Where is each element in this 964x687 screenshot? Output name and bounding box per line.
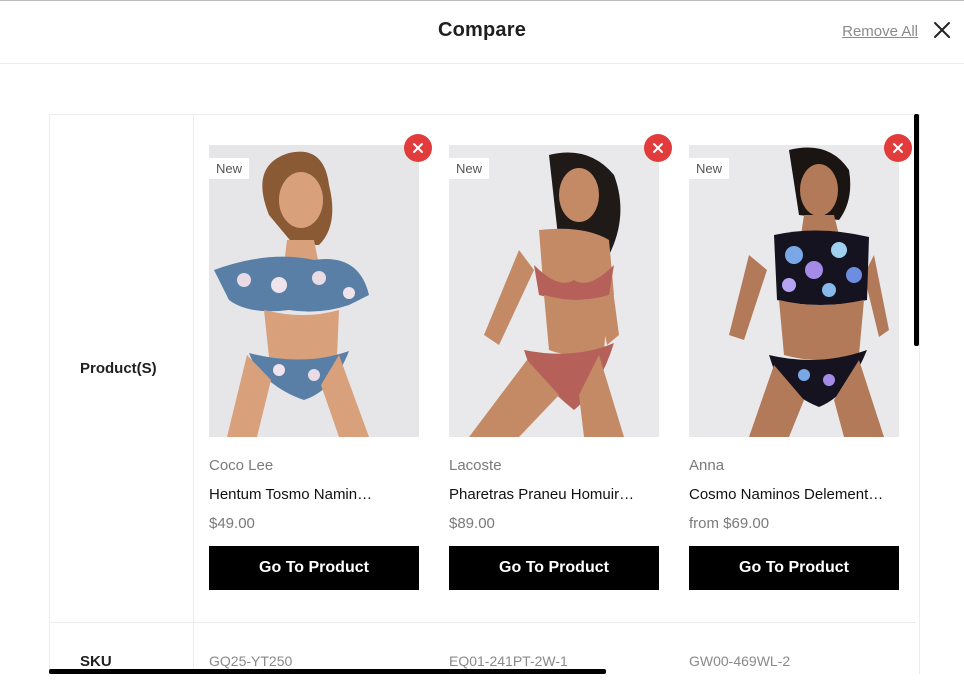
product-photo	[689, 145, 899, 437]
product-sku: EQ01-241PT-2W-1	[449, 653, 568, 669]
product-photo	[449, 145, 659, 437]
compare-header: Compare Remove All	[0, 0, 964, 64]
close-icon[interactable]	[930, 18, 954, 42]
horizontal-scrollbar[interactable]	[49, 669, 606, 674]
product-brand: Coco Lee	[209, 457, 274, 474]
product-name[interactable]: Cosmo Naminos Delement…	[689, 486, 899, 503]
compare-table: Product(S) SKU New Coco Lee Hentum Tosmo…	[49, 114, 920, 674]
close-icon	[653, 143, 663, 153]
product-photo	[209, 145, 419, 437]
close-icon	[413, 143, 423, 153]
product-name[interactable]: Pharetras Praneu Homuir…	[449, 486, 659, 503]
close-icon	[893, 143, 903, 153]
product-image[interactable]: New	[689, 145, 899, 437]
product-price: from $69.00	[689, 515, 770, 532]
product-sku: GQ25-YT250	[209, 653, 293, 669]
new-badge: New	[449, 158, 490, 179]
remove-product-button[interactable]	[884, 134, 912, 162]
sku-row-label: SKU	[80, 653, 112, 670]
row-divider	[50, 622, 916, 623]
compare-title: Compare	[437, 19, 527, 41]
remove-all-link[interactable]: Remove All	[842, 23, 918, 40]
product-card: New Lacoste Pharetras Praneu Homuir… $89…	[449, 134, 672, 590]
product-brand: Lacoste	[449, 457, 502, 474]
vertical-scrollbar[interactable]	[914, 114, 919, 346]
products-row-label: Product(S)	[80, 360, 157, 377]
product-brand: Anna	[689, 457, 725, 474]
go-to-product-button[interactable]: Go To Product	[209, 546, 419, 590]
product-image[interactable]: New	[449, 145, 659, 437]
product-image[interactable]: New	[209, 145, 419, 437]
product-price: $89.00	[449, 515, 495, 532]
remove-product-button[interactable]	[644, 134, 672, 162]
new-badge: New	[209, 158, 250, 179]
product-card: New Anna Cosmo Naminos Delement… from $6…	[689, 134, 912, 590]
go-to-product-button[interactable]: Go To Product	[449, 546, 659, 590]
label-column	[50, 115, 194, 674]
product-price: $49.00	[209, 515, 255, 532]
new-badge: New	[689, 158, 730, 179]
remove-product-button[interactable]	[404, 134, 432, 162]
product-name[interactable]: Hentum Tosmo Namin…	[209, 486, 419, 503]
go-to-product-button[interactable]: Go To Product	[689, 546, 899, 590]
product-sku: GW00-469WL-2	[689, 653, 791, 669]
product-card: New Coco Lee Hentum Tosmo Namin… $49.00 …	[209, 134, 432, 590]
